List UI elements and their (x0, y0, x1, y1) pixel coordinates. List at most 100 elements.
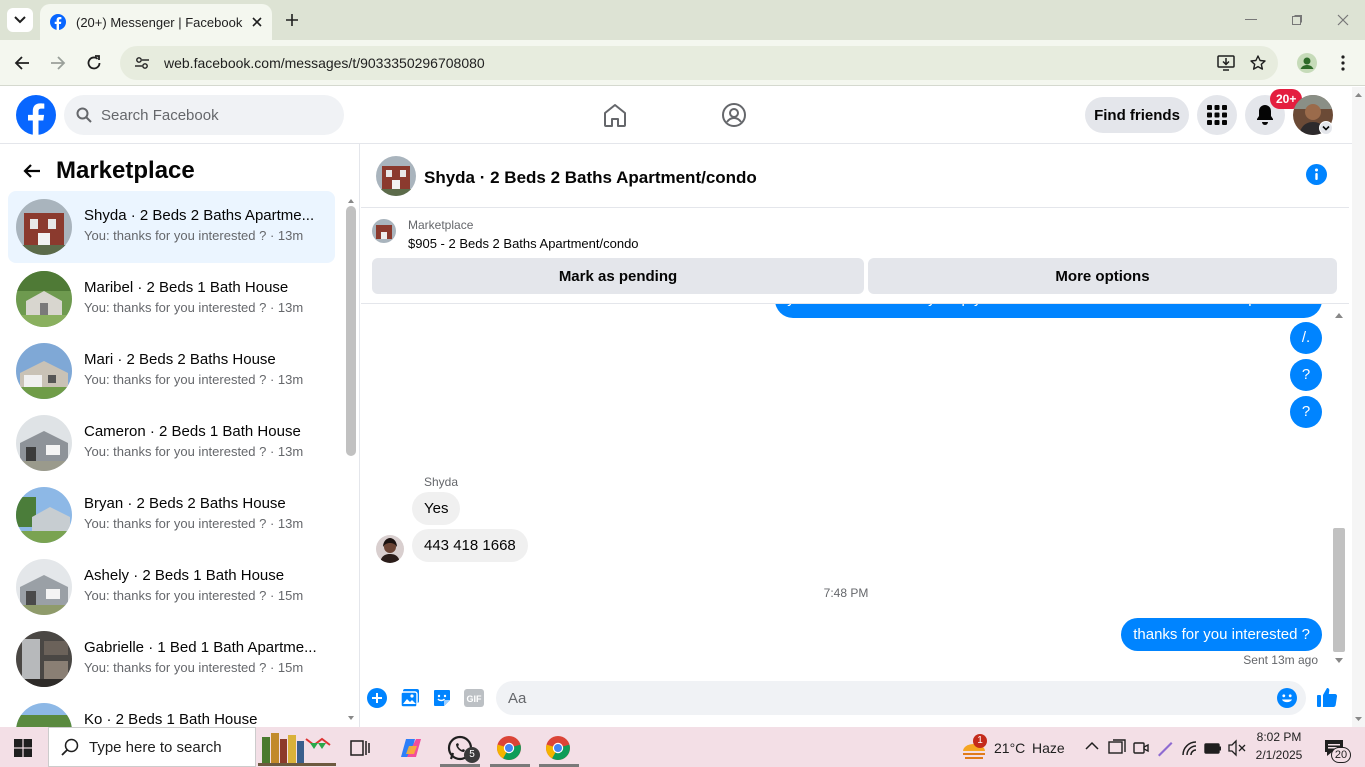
svg-text:GIF: GIF (467, 694, 483, 704)
search-icon (76, 107, 92, 123)
incoming-message[interactable]: Yes (412, 492, 461, 525)
copilot-taskbar-app[interactable] (399, 736, 423, 760)
home-nav-button[interactable] (602, 102, 628, 128)
screen-capture-icon (1108, 739, 1126, 754)
wifi-icon (1182, 741, 1197, 756)
mark-as-pending-button[interactable]: Mark as pending (372, 258, 864, 294)
conversation-item[interactable]: Ashely · 2 Beds 1 Bath House You: thanks… (8, 551, 335, 623)
back-button[interactable] (10, 51, 34, 75)
weather-temperature[interactable]: 21°C (994, 740, 1025, 756)
menu-button[interactable] (1197, 95, 1237, 135)
tray-network-icon[interactable] (1180, 739, 1198, 757)
conversation-title: Maribel · 2 Beds 1 Bath House (84, 279, 289, 296)
browser-tab-messenger[interactable]: (20+) Messenger | Facebook (40, 4, 272, 40)
profile-button[interactable] (1295, 51, 1319, 75)
conversation-item[interactable]: Gabrielle · 1 Bed 1 Bath Apartme... You:… (8, 623, 335, 695)
tray-volume-icon[interactable] (1228, 739, 1246, 757)
message-input[interactable]: Aa (496, 681, 1306, 715)
listing-thumbnail (16, 271, 72, 327)
conversation-item[interactable]: Ko · 2 Beds 1 Bath House (8, 695, 335, 727)
attach-photo-button[interactable] (400, 688, 420, 708)
page-scrollbar[interactable] (1352, 87, 1365, 727)
gif-button[interactable]: GIF (463, 688, 485, 708)
chrome-taskbar-app[interactable] (496, 735, 522, 761)
sender-avatar[interactable] (376, 535, 404, 563)
arrow-right-icon (51, 56, 66, 70)
chat-scrollbar[interactable] (1331, 306, 1347, 668)
tab-search-dropdown[interactable] (7, 8, 33, 32)
site-settings-icon[interactable] (134, 55, 150, 71)
facebook-logo[interactable] (16, 95, 56, 135)
outgoing-message[interactable]: /. (1290, 322, 1322, 354)
photo-icon (400, 689, 419, 708)
close-tab-icon[interactable] (252, 17, 262, 27)
bookmark-button[interactable] (1246, 51, 1270, 75)
outgoing-message[interactable]: yes its available kindly drop your numbe… (775, 304, 1322, 318)
listing-description[interactable]: $905 - 2 Beds 2 Baths Apartment/condo (408, 236, 639, 251)
send-like-button[interactable] (1316, 686, 1338, 708)
taskbar-search[interactable]: Type here to search (48, 727, 256, 767)
conversation-item[interactable]: Shyda · 2 Beds 2 Baths Apartme... You: t… (8, 191, 335, 263)
start-button[interactable] (14, 739, 32, 757)
search-highlight-image[interactable] (258, 729, 336, 767)
sender-name: Shyda (424, 475, 459, 489)
sticker-icon (434, 690, 450, 706)
taskbar-search-input[interactable]: Type here to search (89, 739, 222, 756)
thumbs-up-icon (1317, 688, 1338, 708)
show-hidden-icons-button[interactable] (1085, 741, 1099, 751)
forward-button[interactable] (46, 51, 70, 75)
house-photo-icon (16, 559, 72, 615)
chat-title[interactable]: Shyda · 2 Beds 2 Baths Apartment/condo (424, 168, 757, 188)
account-dropdown[interactable] (1319, 121, 1333, 135)
conversation-item[interactable]: Maribel · 2 Beds 1 Bath House You: thank… (8, 263, 335, 335)
outgoing-message[interactable]: thanks for you interested ? (1121, 618, 1322, 651)
sidebar-back-button[interactable] (22, 161, 42, 181)
minimize-window-button[interactable] (1237, 8, 1265, 32)
facebook-search[interactable]: Search Facebook (64, 95, 344, 135)
outgoing-message[interactable]: ? (1290, 359, 1322, 391)
close-window-button[interactable] (1329, 8, 1357, 32)
profile-icon (1297, 53, 1317, 73)
conversation-info-button[interactable] (1306, 164, 1327, 185)
chevron-up-icon (1085, 741, 1099, 750)
conversation-title: Cameron · 2 Beds 1 Bath House (84, 423, 301, 440)
browser-menu-button[interactable] (1331, 51, 1355, 75)
sticker-button[interactable] (432, 688, 452, 708)
incoming-message[interactable]: 443 418 1668 (412, 529, 528, 562)
listing-thumbnail (16, 487, 72, 543)
install-app-button[interactable] (1214, 51, 1238, 75)
chat-avatar[interactable] (376, 156, 416, 196)
search-icon (61, 738, 79, 756)
reload-button[interactable] (82, 51, 106, 75)
conversation-item[interactable]: Bryan · 2 Beds 2 Baths House You: thanks… (8, 479, 335, 551)
conversation-preview: You: thanks for you interested ? · 13m (84, 372, 304, 387)
address-bar[interactable]: web.facebook.com/messages/t/903335029670… (120, 46, 1278, 80)
windows-logo-icon (14, 739, 32, 757)
house-photo-icon (16, 415, 72, 471)
outgoing-message[interactable]: ? (1290, 396, 1322, 428)
emoji-button[interactable] (1277, 688, 1297, 708)
more-actions-button[interactable] (367, 688, 387, 708)
restore-window-button[interactable] (1283, 8, 1311, 32)
plus-circle-icon (367, 688, 387, 708)
new-tab-button[interactable] (282, 10, 302, 30)
tray-app-icon[interactable] (1108, 739, 1126, 757)
find-friends-button[interactable]: Find friends (1085, 97, 1189, 133)
tray-pen-icon[interactable] (1156, 739, 1174, 757)
chrome-icon (546, 736, 570, 760)
clock-date[interactable]: 2/1/2025 (1254, 748, 1304, 762)
search-input[interactable]: Search Facebook (101, 107, 219, 124)
chrome-profile-taskbar-app[interactable] (545, 735, 571, 761)
sidebar-scrollbar[interactable] (344, 192, 358, 727)
tray-battery-icon[interactable] (1204, 739, 1222, 757)
tray-meet-icon[interactable] (1132, 739, 1150, 757)
conversation-item[interactable]: Cameron · 2 Beds 1 Bath House You: thank… (8, 407, 335, 479)
listing-thumbnail (16, 703, 72, 727)
more-options-button[interactable]: More options (868, 258, 1337, 294)
weather-condition[interactable]: Haze (1032, 740, 1065, 756)
conversation-item[interactable]: Mari · 2 Beds 2 Baths House You: thanks … (8, 335, 335, 407)
listing-category: Marketplace (408, 218, 474, 232)
task-view-button[interactable] (350, 738, 370, 758)
friends-nav-button[interactable] (721, 102, 747, 128)
clock-time[interactable]: 8:02 PM (1254, 730, 1304, 744)
